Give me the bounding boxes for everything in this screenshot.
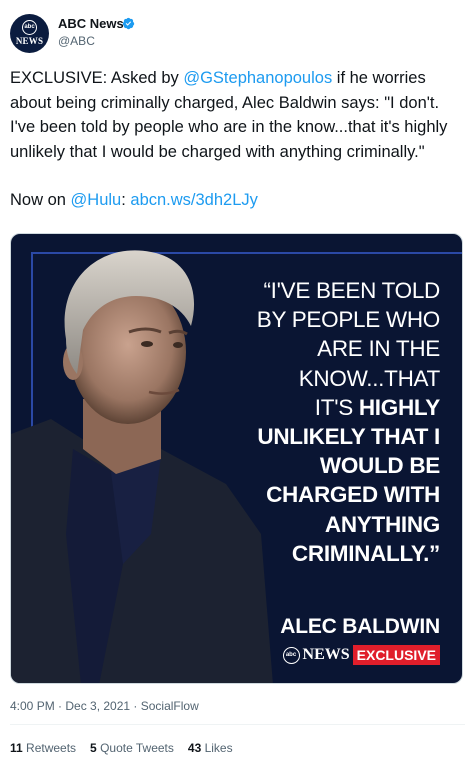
quote-line-8: CHARGED WITH [266,482,440,508]
now-on-text: Now on [10,191,71,209]
abc-news-exclusive-brand: abc NEWS EXCLUSIVE [282,645,440,665]
quote-line-2: BY PEOPLE WHO [256,307,441,333]
hulu-mention-link[interactable]: @Hulu [71,191,122,209]
brand-news-text: NEWS [302,646,350,663]
quote-line-6: UNLIKELY THAT I [257,424,440,450]
tweet-card: abc NEWS ABC News @ABC EXCLUSIVE: Asked … [0,0,475,768]
avatar-news-text: NEWS [15,36,44,46]
quote-tweets-count: 5 [90,741,97,755]
likes-stat[interactable]: 43 Likes [188,741,233,755]
engagement-stats: 11 Retweets 5 Quote Tweets 43 Likes [10,741,233,755]
tweet-text-intro: EXCLUSIVE: Asked by [10,69,184,87]
tweet-text: EXCLUSIVE: Asked by @GStephanopoulos if … [10,66,462,213]
account-name[interactable]: ABC News [58,16,124,31]
quote-line-5: IT'S HIGHLY [180,393,441,422]
quote-line-10: CRIMINALLY.” [291,540,440,566]
retweets-label: Retweets [22,741,77,755]
abc-logo-icon: abc [282,646,300,664]
mention-link[interactable]: @GStephanopoulos [183,69,332,87]
likes-count: 43 [187,741,202,755]
account-handle[interactable]: @ABC [58,34,95,48]
quote-tweets-stat[interactable]: 5 Quote Tweets [90,741,174,755]
quote-line-1: “I'VE BEEN TOLD [263,278,440,303]
quote-line-4: KNOW...THAT [298,365,441,391]
retweets-count: 11 [10,741,23,755]
exclusive-badge: EXCLUSIVE [352,645,440,665]
quote-line-3: ARE IN THE [317,336,440,362]
quote-line-7: WOULD BE [319,453,440,479]
profile-avatar[interactable]: abc NEWS [10,14,49,53]
abc-logo-icon: abc [22,20,37,35]
likes-label: Likes [201,741,233,755]
media-image[interactable]: “I'VE BEEN TOLD BY PEOPLE WHO ARE IN THE… [10,233,463,684]
quote-line-5-regular: IT'S [314,394,359,420]
media-quote-text: “I'VE BEEN TOLD BY PEOPLE WHO ARE IN THE… [180,276,441,568]
now-on-colon: : [121,191,131,209]
quote-line-9: ANYTHING [324,511,440,537]
verified-badge-icon [122,17,135,30]
divider [10,724,465,725]
quote-line-5-bold: HIGHLY [358,394,440,420]
short-url-link[interactable]: abcn.ws/3dh2LJy [130,191,258,209]
retweets-stat[interactable]: 11 Retweets [10,741,76,755]
tweet-timestamp[interactable]: 4:00 PM · Dec 3, 2021 · SocialFlow [10,699,199,713]
quote-tweets-label: Quote Tweets [96,741,174,755]
speaker-name: ALEC BALDWIN [280,615,440,638]
